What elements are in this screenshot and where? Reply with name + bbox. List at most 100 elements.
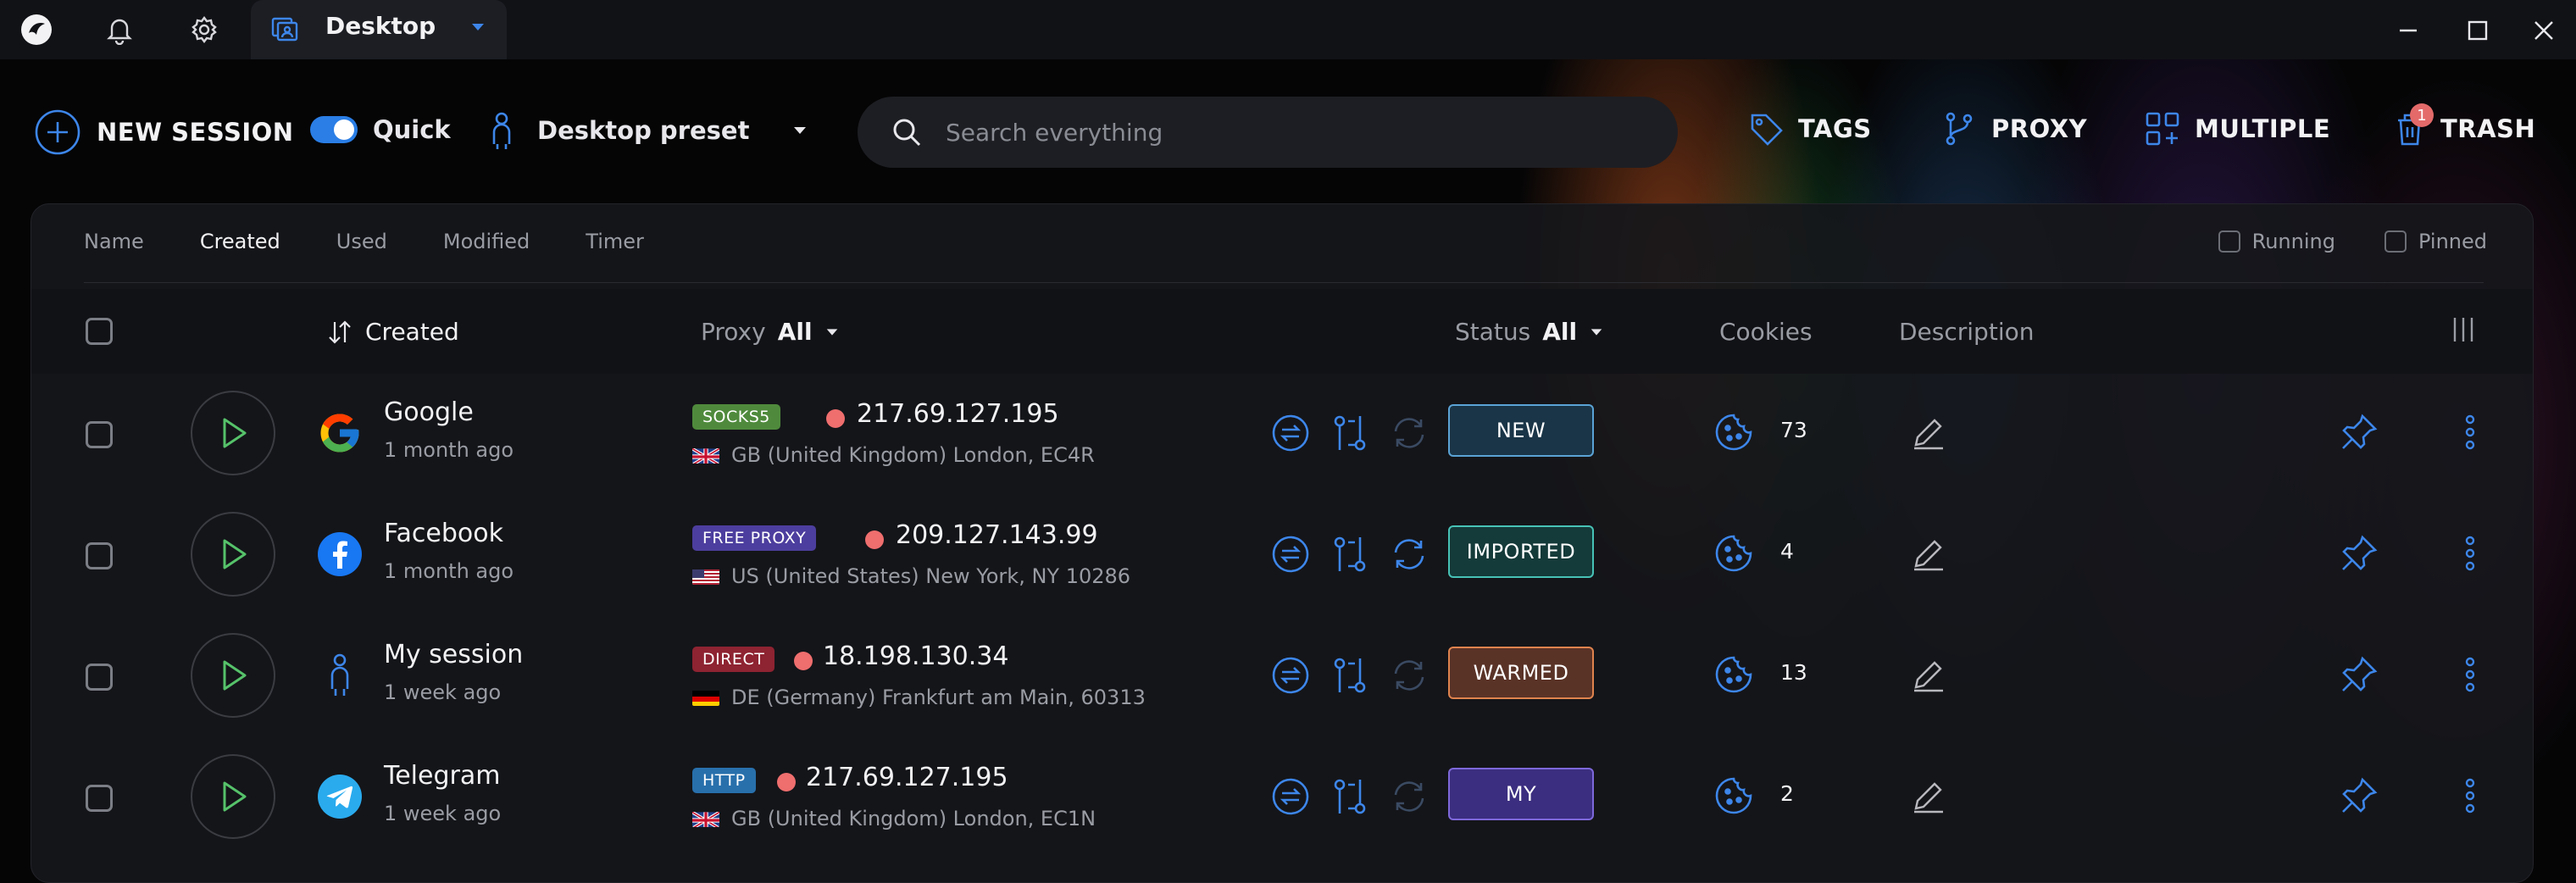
search-input[interactable] — [944, 117, 1625, 147]
refresh-button[interactable] — [1387, 775, 1431, 819]
proxy-status-dot — [865, 530, 884, 549]
proxy-location: GB (United Kingdom) London, EC4R — [692, 443, 1095, 467]
de-flag-icon — [692, 689, 719, 706]
minimize-button[interactable] — [2388, 10, 2429, 51]
session-name[interactable]: Google — [384, 397, 474, 427]
maximize-button[interactable] — [2457, 10, 2498, 51]
play-button[interactable] — [191, 754, 275, 839]
swap-proxy-button[interactable] — [1269, 411, 1313, 455]
close-button[interactable] — [2523, 10, 2564, 51]
proxy-ip[interactable]: 18.198.130.34 — [823, 641, 1008, 671]
pin-button[interactable] — [2338, 775, 2380, 820]
refresh-button[interactable] — [1387, 653, 1431, 697]
tags-button[interactable]: TAGS — [1747, 110, 1872, 147]
running-checkbox[interactable] — [2218, 230, 2240, 253]
swap-proxy-button[interactable] — [1269, 775, 1313, 819]
refresh-icon — [1394, 539, 1424, 569]
person-icon — [492, 112, 511, 149]
edit-description-button[interactable] — [1909, 655, 1948, 697]
columns-icon[interactable] — [2448, 314, 2479, 345]
pencil-icon — [1914, 782, 1943, 814]
table-row[interactable]: My session 1 week ago DIRECT 18.198.130.… — [31, 616, 2533, 737]
sessions-panel: Name Created Used Modified Timer Running… — [31, 203, 2534, 883]
status-badge[interactable]: WARMED — [1448, 647, 1594, 699]
session-name[interactable]: Telegram — [384, 761, 500, 791]
table-row[interactable]: Facebook 1 month ago FREE PROXY 209.127.… — [31, 495, 2533, 616]
chevron-down-icon[interactable] — [469, 19, 486, 39]
created-column-header[interactable]: Created — [326, 318, 459, 346]
change-proxy-button[interactable] — [1328, 411, 1372, 455]
chevron-down-icon — [794, 127, 807, 134]
status-badge[interactable]: MY — [1448, 768, 1594, 820]
row-checkbox[interactable] — [86, 785, 113, 812]
session-name[interactable]: Facebook — [384, 519, 503, 548]
facebook-icon — [316, 530, 364, 578]
proxy-type-badge: SOCKS5 — [692, 404, 780, 430]
play-button[interactable] — [191, 633, 275, 718]
table-row[interactable]: Google 1 month ago SOCKS5 217.69.127.195… — [31, 374, 2533, 495]
pinned-filter[interactable]: Pinned — [2384, 230, 2487, 253]
edit-description-button[interactable] — [1909, 413, 1948, 455]
row-checkbox[interactable] — [86, 542, 113, 569]
more-options-button[interactable] — [2453, 775, 2487, 820]
proxy-ip[interactable]: 217.69.127.195 — [857, 399, 1059, 429]
sort-tab-used[interactable]: Used — [336, 230, 387, 253]
session-created: 1 month ago — [384, 559, 514, 583]
app-logo-icon[interactable] — [19, 12, 54, 47]
proxy-ip[interactable]: 209.127.143.99 — [896, 520, 1098, 550]
search-bar[interactable] — [858, 97, 1678, 168]
trash-button[interactable]: 1 TRASH — [2393, 103, 2535, 147]
preset-label: Desktop preset — [537, 116, 750, 145]
preset-dropdown[interactable]: Desktop preset — [486, 110, 808, 151]
play-button[interactable] — [191, 391, 275, 475]
refresh-button[interactable] — [1387, 411, 1431, 455]
change-proxy-button[interactable] — [1328, 653, 1372, 697]
us-flag-icon — [692, 568, 719, 585]
edit-description-button[interactable] — [1909, 534, 1948, 576]
cookie-count: 2 — [1780, 781, 1794, 806]
tab-desktop[interactable]: Desktop — [251, 0, 507, 59]
more-options-button[interactable] — [2453, 411, 2487, 457]
session-name[interactable]: My session — [384, 640, 523, 669]
proxy-location: DE (Germany) Frankfurt am Main, 60313 — [692, 686, 1146, 709]
pin-icon — [2342, 535, 2378, 570]
sort-tab-created[interactable]: Created — [200, 230, 280, 253]
status-badge[interactable]: IMPORTED — [1448, 525, 1594, 578]
pin-button[interactable] — [2338, 532, 2380, 578]
change-proxy-button[interactable] — [1328, 532, 1372, 576]
select-all-checkbox[interactable] — [86, 318, 113, 345]
sort-tab-timer[interactable]: Timer — [586, 230, 644, 253]
quick-toggle[interactable]: Quick — [310, 115, 451, 144]
new-session-button[interactable]: NEW SESSION — [34, 108, 294, 156]
change-proxy-button[interactable] — [1328, 775, 1372, 819]
desktop-profile-icon — [268, 12, 302, 49]
pinned-checkbox[interactable] — [2384, 230, 2407, 253]
multiple-button[interactable]: MULTIPLE — [2144, 110, 2330, 147]
row-checkbox[interactable] — [86, 421, 113, 448]
more-options-button[interactable] — [2453, 532, 2487, 578]
row-checkbox[interactable] — [86, 664, 113, 691]
proxy-type-badge: HTTP — [692, 768, 756, 793]
refresh-button[interactable] — [1387, 532, 1431, 576]
status-column-header[interactable]: Status All — [1455, 318, 1604, 346]
proxy-button[interactable]: PROXY — [1940, 110, 2087, 147]
proxy-column-header[interactable]: Proxy All — [701, 318, 840, 346]
quick-switch[interactable] — [310, 116, 358, 143]
sort-tab-name[interactable]: Name — [84, 230, 144, 253]
swap-proxy-button[interactable] — [1269, 653, 1313, 697]
pin-icon — [2342, 656, 2378, 691]
gear-icon[interactable] — [186, 12, 222, 47]
pin-button[interactable] — [2338, 411, 2380, 457]
more-options-button[interactable] — [2453, 653, 2487, 699]
swap-proxy-button[interactable] — [1269, 532, 1313, 576]
edit-description-button[interactable] — [1909, 776, 1948, 819]
running-filter[interactable]: Running — [2218, 230, 2335, 253]
session-created: 1 week ago — [384, 802, 502, 825]
bell-icon[interactable] — [102, 12, 137, 47]
sort-tab-modified[interactable]: Modified — [443, 230, 530, 253]
status-badge[interactable]: NEW — [1448, 404, 1594, 457]
proxy-ip[interactable]: 217.69.127.195 — [806, 763, 1008, 792]
play-button[interactable] — [191, 512, 275, 597]
pin-button[interactable] — [2338, 653, 2380, 699]
proxy-label: PROXY — [1991, 114, 2088, 143]
